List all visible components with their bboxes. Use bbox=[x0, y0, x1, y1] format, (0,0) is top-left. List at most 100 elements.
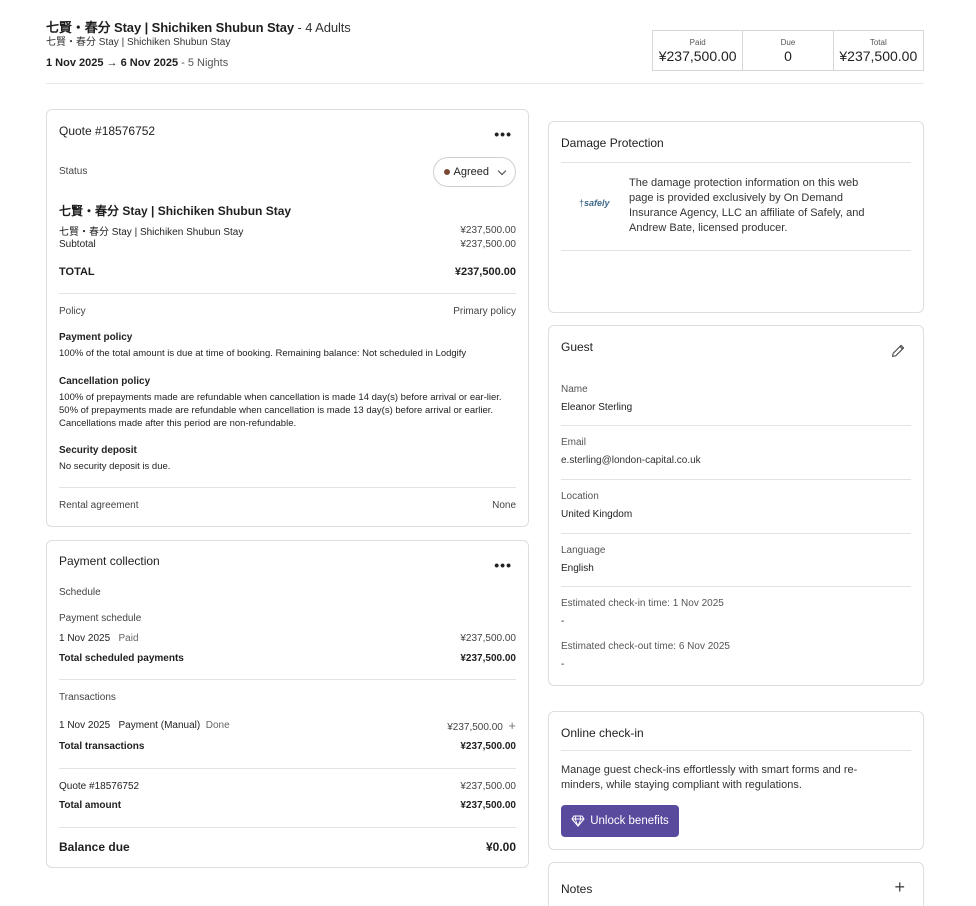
schedule-date: 1 Nov 2025 bbox=[59, 633, 111, 644]
guest-language-label: Language bbox=[561, 545, 606, 556]
status-value: Agreed bbox=[453, 166, 489, 178]
guest-email-row: e.sterling@london-capital.co.uk bbox=[561, 455, 911, 466]
divider bbox=[561, 162, 911, 163]
payment-summary: Paid ¥237,500.00 Due 0 Total ¥237,500.00 bbox=[652, 30, 924, 71]
divider bbox=[59, 679, 516, 680]
cancellation-policy-heading: Cancellation policy bbox=[59, 376, 151, 387]
total-row: TOTAL ¥237,500.00 bbox=[59, 266, 516, 278]
damage-protection-card: Damage Protection †safely The damage pro… bbox=[548, 121, 924, 313]
checkin-label: Estimated check-in time: 1 Nov 2025 bbox=[561, 598, 724, 609]
security-deposit-text: No security deposit is due. bbox=[59, 461, 171, 472]
quote-card: Quote #18576752 ••• Status Agreed 七賢・春分 … bbox=[46, 109, 529, 527]
line-item-label: 七賢・春分 Stay | Shichiken Shubun Stay bbox=[59, 227, 244, 238]
transactions-row: Transactions bbox=[59, 692, 516, 703]
transaction-date: 1 Nov 2025 bbox=[59, 720, 111, 731]
security-deposit-heading: Security deposit bbox=[59, 445, 137, 456]
checkout-row: - bbox=[561, 659, 911, 670]
diamond-icon bbox=[571, 815, 585, 827]
divider bbox=[561, 586, 911, 587]
expand-plus-icon[interactable]: + bbox=[508, 718, 516, 733]
guest-location-value: United Kingdom bbox=[561, 509, 633, 520]
summary-due-label: Due bbox=[780, 38, 796, 47]
transaction-amount: ¥237,500.00 bbox=[447, 722, 503, 733]
add-note-plus-icon[interactable]: + bbox=[894, 878, 905, 896]
guest-location-label-row: Location bbox=[561, 491, 911, 502]
payment-policy-text: 100% of the total amount is due at time … bbox=[59, 348, 467, 359]
guest-title: Guest bbox=[561, 340, 594, 354]
checkout-label: Estimated check-out time: 6 Nov 2025 bbox=[561, 641, 730, 652]
divider bbox=[59, 827, 516, 828]
date-range: 1 Nov 2025 → 6 Nov 2025 bbox=[46, 57, 179, 69]
guest-name-value: Eleanor Sterling bbox=[561, 402, 633, 413]
quote-ref-value: ¥237,500.00 bbox=[460, 781, 516, 792]
summary-total-value: ¥237,500.00 bbox=[839, 48, 918, 64]
edit-pencil-icon[interactable] bbox=[889, 342, 907, 360]
guest-language-row: English bbox=[561, 563, 911, 574]
payment-collection-card: Payment collection ••• Schedule Payment … bbox=[46, 540, 529, 868]
online-checkin-text: Manage guest check-ins effortlessly with… bbox=[561, 764, 858, 791]
guest-name-label: Name bbox=[561, 384, 588, 395]
divider bbox=[561, 250, 911, 251]
listing-title: 七賢・春分 Stay | Shichiken Shubun Stay bbox=[59, 204, 292, 218]
agreed-dot-icon bbox=[443, 169, 450, 175]
line-item-value: ¥237,500.00 bbox=[460, 225, 516, 236]
online-checkin-card: Online check-in Manage guest check-ins e… bbox=[548, 711, 924, 850]
schedule-item: 1 Nov 2025 Paid bbox=[59, 633, 139, 644]
policy-value: Primary policy bbox=[453, 306, 516, 317]
line-item-row: 七賢・春分 Stay | Shichiken Shubun Stay ¥237,… bbox=[59, 223, 516, 238]
guest-location-label: Location bbox=[561, 491, 599, 502]
guest-name-label-row: Name bbox=[561, 384, 911, 395]
divider bbox=[561, 533, 911, 534]
transactions-label: Transactions bbox=[59, 692, 116, 703]
reservation-subtitle: 七賢・春分 Stay | Shichiken Shubun Stay bbox=[46, 37, 231, 48]
total-scheduled-row: Total scheduled payments ¥237,500.00 bbox=[59, 653, 516, 664]
checkout-value: - bbox=[561, 659, 565, 670]
rental-agreement-label: Rental agreement bbox=[59, 500, 139, 511]
chevron-down-icon bbox=[497, 166, 507, 175]
cancellation-policy: Cancellation policy 100% of prepayments … bbox=[59, 375, 516, 430]
summary-due: Due 0 bbox=[743, 31, 834, 70]
safely-logo-text: safely bbox=[584, 198, 610, 208]
damage-protection-text: The damage protection information on thi… bbox=[629, 177, 865, 234]
payment-more-dots-icon[interactable]: ••• bbox=[494, 557, 512, 573]
divider bbox=[561, 750, 911, 751]
quote-title: Quote #18576752 bbox=[59, 124, 156, 138]
rental-agreement-value: None bbox=[492, 500, 516, 511]
divider bbox=[59, 487, 516, 488]
schedule-item-row: 1 Nov 2025 Paid ¥237,500.00 bbox=[59, 633, 516, 644]
transaction-item: 1 Nov 2025 Payment (Manual) Done bbox=[59, 720, 230, 731]
guest-email-value: e.sterling@london-capital.co.uk bbox=[561, 455, 701, 466]
status-dropdown[interactable]: Agreed bbox=[432, 157, 516, 187]
checkin-value: - bbox=[561, 616, 565, 627]
guest-language-label-row: Language bbox=[561, 545, 911, 556]
unlock-benefits-button[interactable]: Unlock benefits bbox=[561, 805, 679, 837]
balance-due-value: ¥0.00 bbox=[485, 840, 516, 854]
total-transactions-value: ¥237,500.00 bbox=[460, 741, 516, 752]
transaction-item-row: 1 Nov 2025 Payment (Manual) Done ¥237,50… bbox=[59, 718, 516, 733]
total-amount-row: Total amount ¥237,500.00 bbox=[59, 800, 516, 811]
divider bbox=[561, 479, 911, 480]
transaction-type: Payment (Manual) bbox=[118, 720, 201, 731]
header-divider bbox=[46, 83, 924, 84]
quote-more-dots-icon[interactable]: ••• bbox=[494, 126, 512, 142]
total-value: ¥237,500.00 bbox=[454, 266, 516, 278]
nights-count: - 5 Nights bbox=[178, 57, 229, 69]
guest-email-label-row: Email bbox=[561, 437, 911, 448]
checkout-label-row: Estimated check-out time: 6 Nov 2025 bbox=[561, 641, 911, 652]
online-checkin-title: Online check-in bbox=[561, 726, 644, 740]
guest-name-row: Eleanor Sterling bbox=[561, 402, 911, 413]
subtotal-row: Subtotal ¥237,500.00 bbox=[59, 239, 516, 250]
total-amount-label: Total amount bbox=[59, 800, 122, 811]
total-scheduled-label: Total scheduled payments bbox=[59, 653, 184, 664]
quote-ref-label: Quote #18576752 bbox=[59, 781, 140, 792]
policy-label: Policy bbox=[59, 306, 86, 317]
payment-collection-title: Payment collection bbox=[59, 554, 160, 568]
total-label: TOTAL bbox=[59, 266, 95, 278]
summary-due-value: 0 bbox=[784, 48, 792, 64]
payment-schedule-label: Payment schedule bbox=[59, 613, 142, 624]
summary-paid-label: Paid bbox=[689, 38, 706, 47]
balance-due-label: Balance due bbox=[59, 840, 130, 854]
listing-title-row: 七賢・春分 Stay | Shichiken Shubun Stay bbox=[59, 202, 516, 219]
schedule-amount: ¥237,500.00 bbox=[460, 633, 516, 644]
divider bbox=[59, 293, 516, 294]
